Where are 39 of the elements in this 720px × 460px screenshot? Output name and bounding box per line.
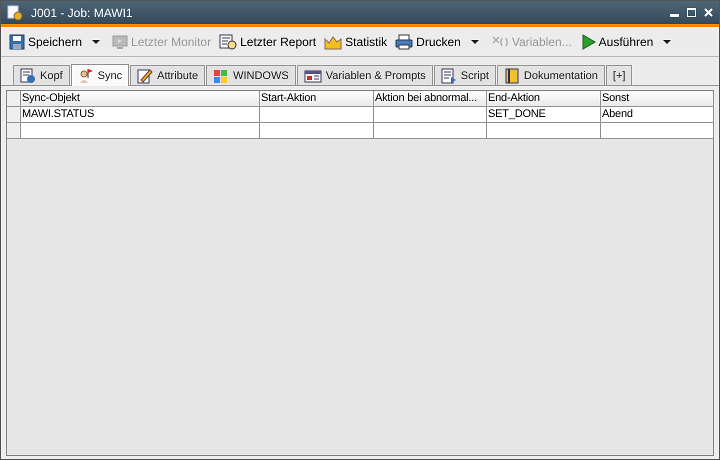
- floppy-icon: [9, 34, 25, 50]
- toolbar-button[interactable]: Speichern: [7, 32, 84, 52]
- tab[interactable]: Sync: [70, 64, 130, 86]
- column-header[interactable]: Sonst: [601, 91, 714, 107]
- toolbar-button[interactable]: Drucken: [393, 32, 463, 52]
- toolbar-button[interactable]: Statistik: [322, 32, 390, 52]
- tab[interactable]: WINDOWS: [206, 65, 296, 85]
- table-cell: SET_DONE: [487, 107, 601, 123]
- toolbar-button[interactable]: Ausführen: [578, 32, 656, 52]
- play-icon: [580, 34, 596, 50]
- toolbar-button[interactable]: Letzter Report: [217, 32, 318, 52]
- tab[interactable]: Variablen & Prompts: [296, 65, 433, 85]
- report-clock-icon: [219, 34, 238, 50]
- table-cell: MAWI.STATUS: [21, 107, 260, 123]
- tab[interactable]: [+]: [606, 65, 632, 85]
- tab[interactable]: Attribute: [130, 65, 206, 85]
- window-title: J001 - Job: MAWI1: [31, 6, 134, 20]
- close-icon[interactable]: [704, 8, 713, 17]
- tab[interactable]: Kopf: [13, 65, 70, 85]
- dropdown-arrow-icon[interactable]: [92, 40, 100, 44]
- variables-icon: [304, 68, 322, 84]
- tab[interactable]: Script: [434, 65, 496, 85]
- printer-icon: [395, 34, 414, 50]
- column-header[interactable]: Start-Aktion: [260, 91, 374, 107]
- info-document-icon: [20, 68, 36, 84]
- monitor-icon: [112, 34, 128, 50]
- column-header[interactable]: Sync-Objekt: [21, 91, 260, 107]
- figure-flag-icon: [78, 68, 94, 84]
- dropdown-arrow-icon[interactable]: [470, 40, 479, 44]
- pencil-document-icon: [137, 68, 154, 84]
- column-header[interactable]: Aktion bei abnormal...: [374, 91, 487, 107]
- script-list-icon: [440, 68, 457, 84]
- column-header[interactable]: End-Aktion: [487, 91, 601, 107]
- tab[interactable]: Dokumentation: [496, 65, 605, 85]
- table-cell: Abend: [601, 107, 714, 123]
- windows-logo-icon: [213, 68, 230, 84]
- dropdown-arrow-icon[interactable]: [663, 40, 672, 44]
- book-icon: [504, 68, 520, 84]
- maximize-icon[interactable]: [687, 8, 696, 17]
